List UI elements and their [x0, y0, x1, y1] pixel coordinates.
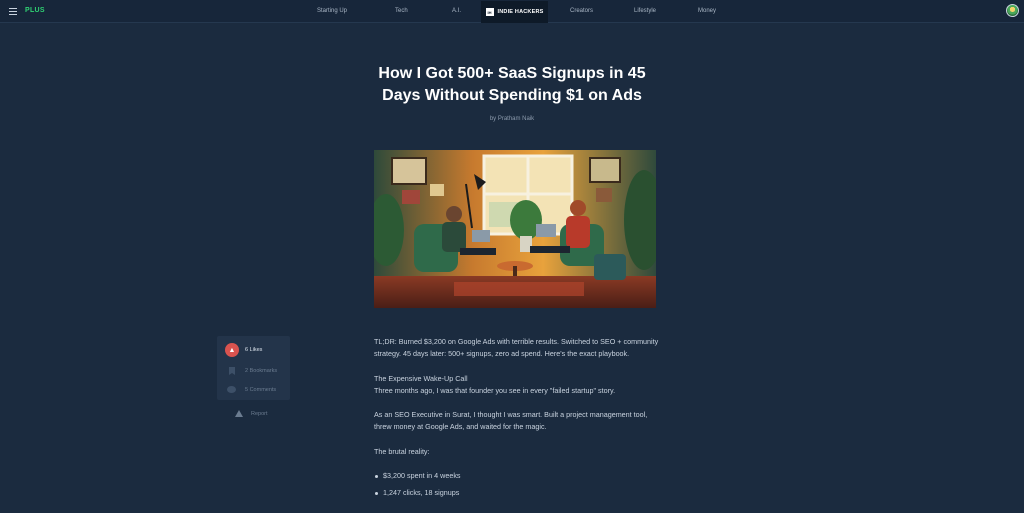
- reality-paragraph: The brutal reality:: [374, 446, 430, 456]
- nav-lifestyle[interactable]: Lifestyle: [634, 8, 656, 14]
- likes-count: 6 Likes: [245, 347, 263, 353]
- plus-link[interactable]: PLUS: [25, 7, 45, 14]
- top-navigation: PLUS Starting Up Tech A.I. IH INDIE HACK…: [0, 0, 1024, 23]
- article-byline[interactable]: by Pratham Naik: [412, 116, 612, 122]
- comments-button[interactable]: 5 Comments: [225, 386, 276, 393]
- results-list: $3,200 spent in 4 weeks 1,247 clicks, 18…: [374, 470, 664, 500]
- upvote-icon: ▲: [225, 343, 239, 357]
- intro-paragraph: Three months ago, I was that founder you…: [374, 385, 616, 395]
- brand-name: INDIE HACKERS: [497, 9, 544, 15]
- nav-ai[interactable]: A.I.: [452, 8, 461, 14]
- comments-count: 5 Comments: [245, 386, 277, 393]
- menu-icon[interactable]: [9, 8, 17, 15]
- bookmark-icon: [229, 367, 235, 375]
- like-button[interactable]: ▲ 6 Likes: [225, 343, 262, 357]
- illustration-icon: [374, 150, 656, 308]
- nav-money[interactable]: Money: [698, 8, 716, 14]
- report-label: Report: [251, 410, 268, 417]
- story-paragraph: As an SEO Executive in Surat, I thought …: [374, 410, 648, 432]
- nav-starting-up[interactable]: Starting Up: [317, 8, 347, 14]
- tldr-paragraph: TL;DR: Burned $3,200 on Google Ads with …: [374, 337, 659, 359]
- user-avatar[interactable]: [1006, 4, 1019, 17]
- list-item: 1,247 clicks, 18 signups: [374, 487, 664, 499]
- section-heading: The Expensive Wake-Up Call: [374, 373, 468, 383]
- bookmarks-count: 2 Bookmarks: [245, 368, 278, 374]
- comment-icon: [227, 386, 236, 393]
- article-actions-panel: ▲ 6 Likes 2 Bookmarks 5 Comments: [217, 336, 290, 400]
- indie-hackers-logo[interactable]: IH INDIE HACKERS: [481, 1, 548, 23]
- list-item: $3,200 spent in 4 weeks: [374, 470, 664, 482]
- nav-creators[interactable]: Creators: [570, 8, 593, 14]
- hero-illustration: [374, 150, 656, 308]
- nav-tech[interactable]: Tech: [395, 8, 408, 14]
- article-body: TL;DR: Burned $3,200 on Google Ads with …: [374, 336, 664, 505]
- article-title: How I Got 500+ SaaS Signups in 45 Days W…: [378, 65, 646, 104]
- report-button[interactable]: Report: [235, 410, 268, 417]
- section-block: The Expensive Wake-Up Call Three months …: [374, 373, 664, 398]
- warning-icon: [235, 410, 243, 417]
- ih-logo-icon: IH: [485, 8, 494, 16]
- bookmark-button[interactable]: 2 Bookmarks: [225, 367, 277, 375]
